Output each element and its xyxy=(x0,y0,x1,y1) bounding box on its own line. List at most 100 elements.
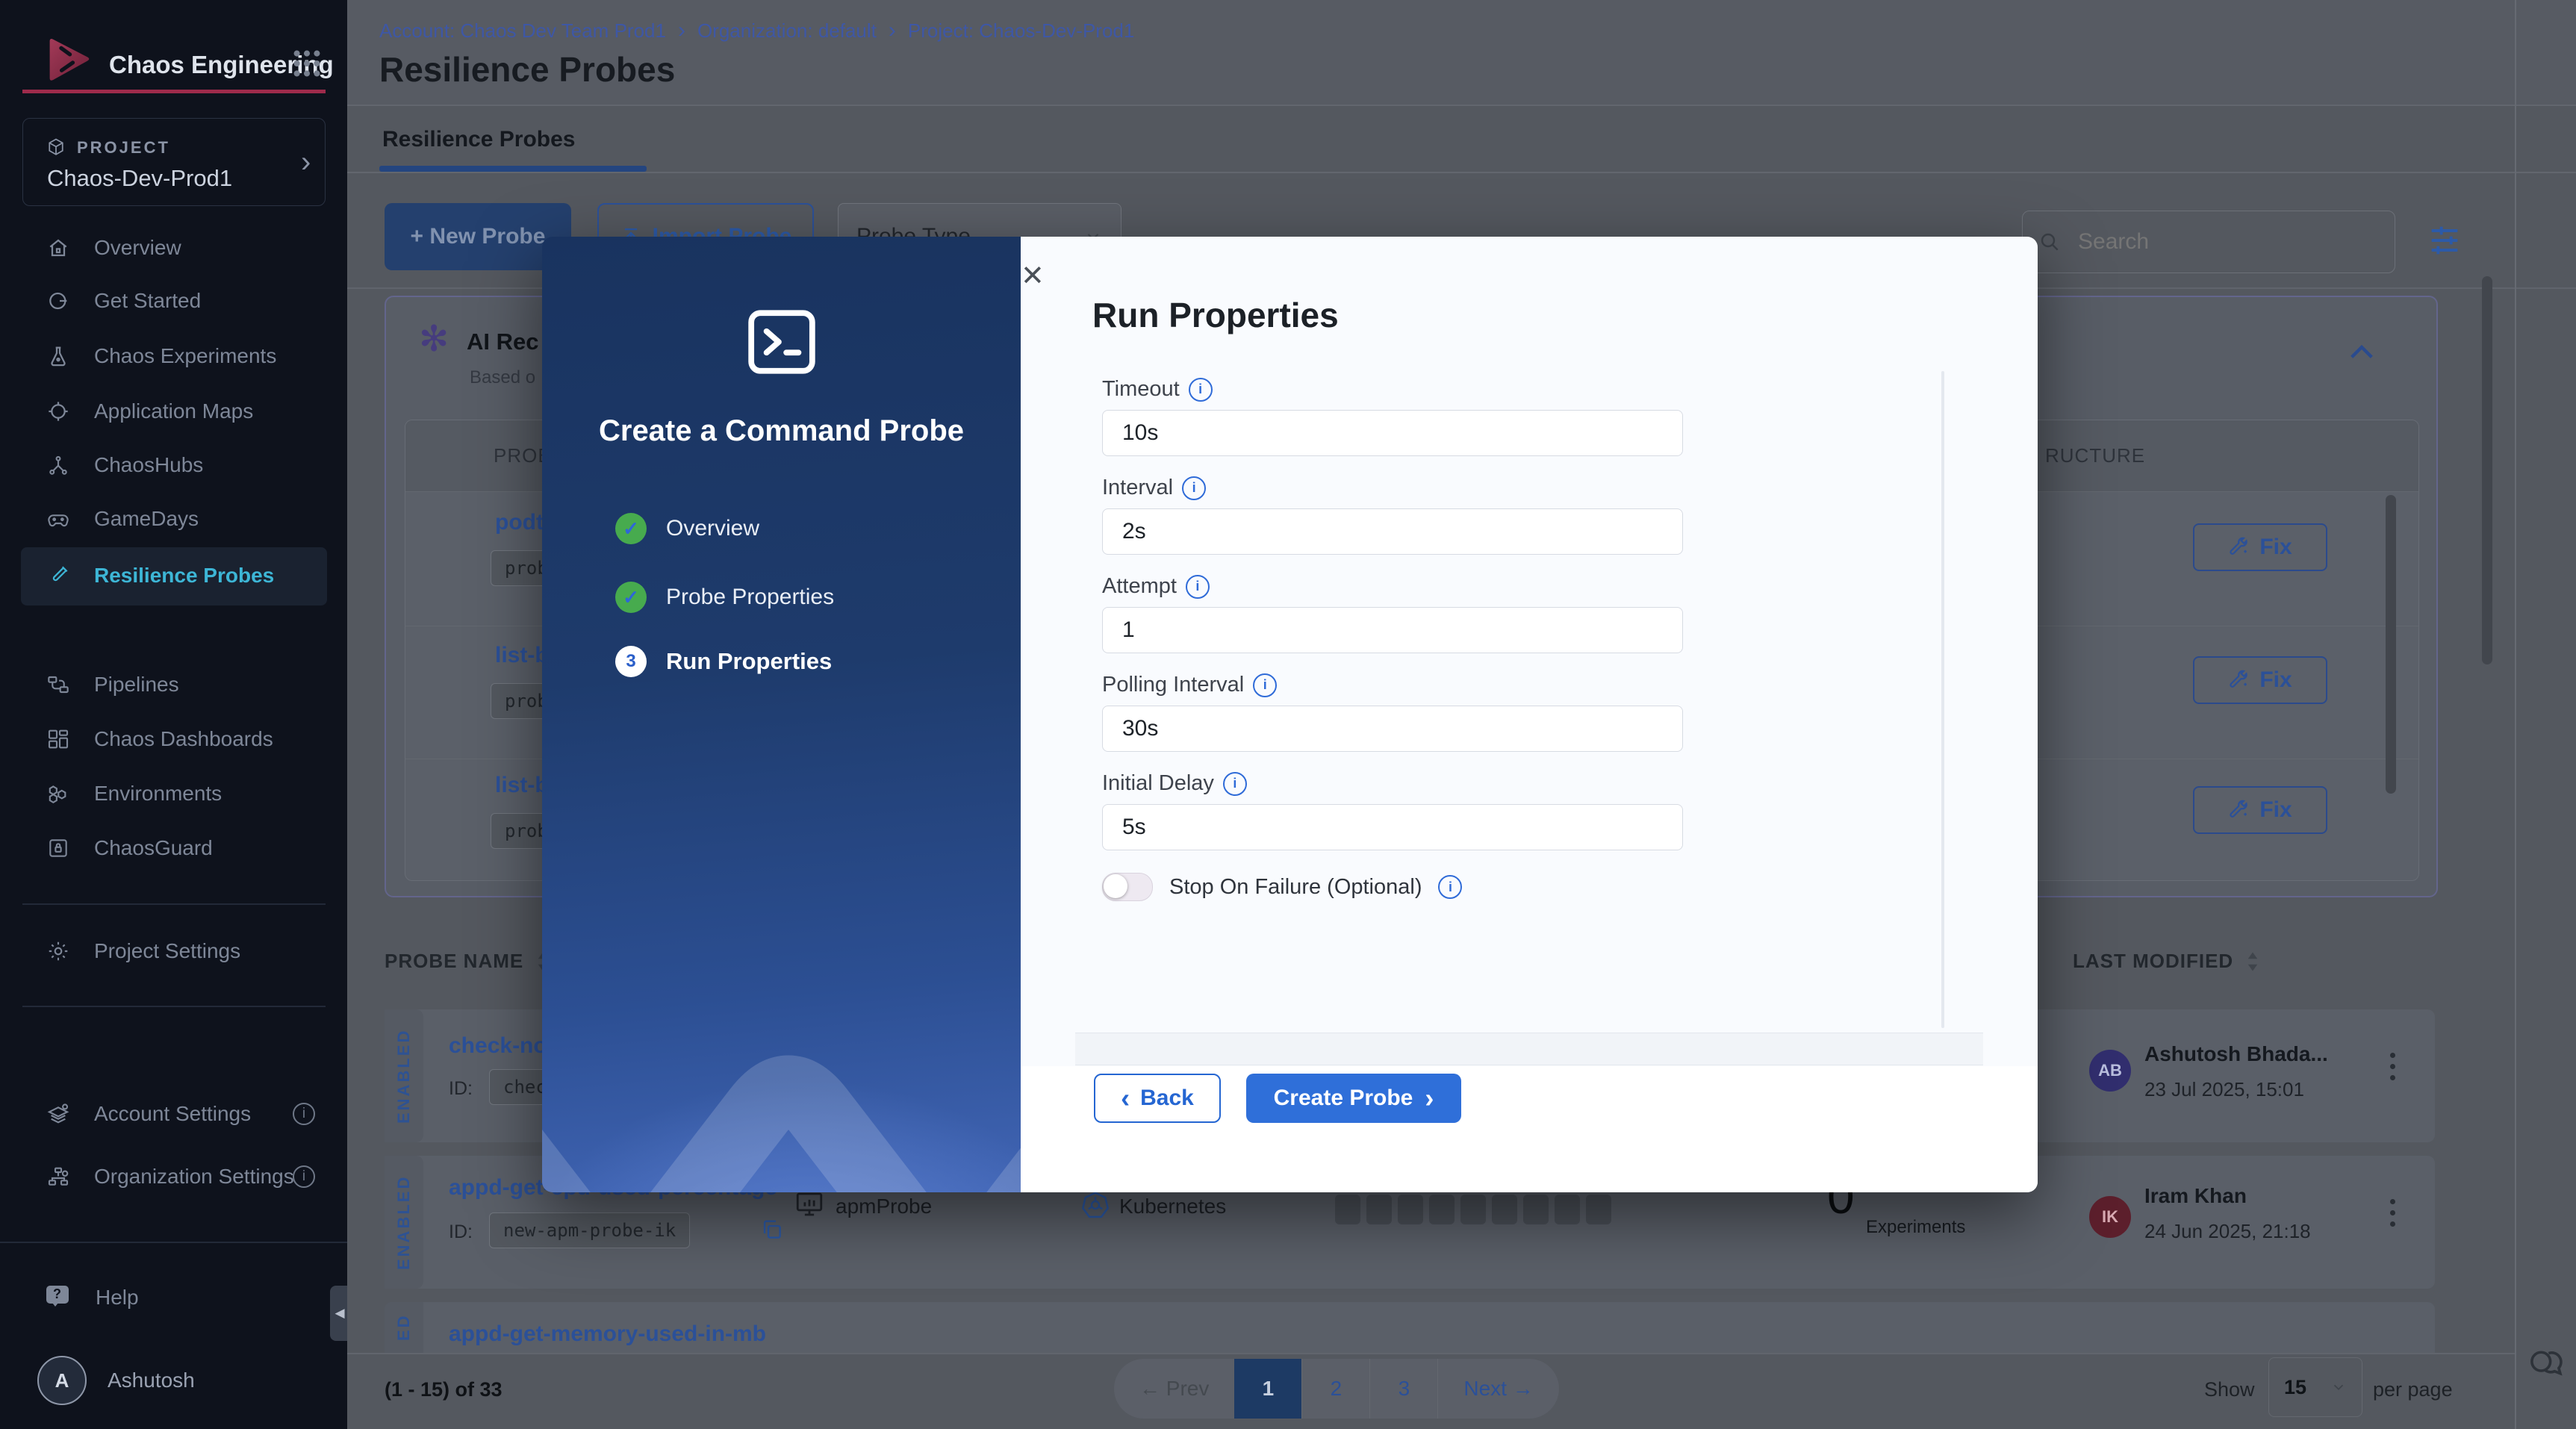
sidebar-user[interactable]: A Ashutosh xyxy=(37,1356,195,1405)
sidebar-item-application-maps[interactable]: Application Maps xyxy=(46,395,253,428)
wizard-step-probe-properties[interactable]: ✓ Probe Properties xyxy=(615,582,834,613)
initial-delay-input[interactable] xyxy=(1102,804,1683,850)
status-text: ENABLED xyxy=(394,1174,413,1270)
field-label-text: Polling Interval xyxy=(1102,673,1245,697)
sidebar-item-chaos-dashboards[interactable]: Chaos Dashboards xyxy=(46,723,273,756)
polling-interval-input[interactable] xyxy=(1102,706,1683,752)
sidebar-item-environments[interactable]: Environments xyxy=(46,777,222,810)
status-badge: ENABLED xyxy=(385,1009,423,1142)
wizard-step-overview[interactable]: ✓ Overview xyxy=(615,513,759,544)
sidebar-item-gamedays[interactable]: GameDays xyxy=(46,502,199,535)
interval-input[interactable] xyxy=(1102,508,1683,555)
stop-on-failure-toggle[interactable] xyxy=(1102,873,1153,901)
page-1-button[interactable]: 1 xyxy=(1234,1359,1302,1419)
sidebar-divider xyxy=(22,903,326,905)
page-size-select[interactable]: 15 xyxy=(2268,1357,2362,1417)
next-button[interactable]: Next → xyxy=(1437,1359,1558,1419)
table-row[interactable]: ED appd-get-memory-used-in-mb xyxy=(385,1302,2435,1353)
field-label-text: Interval xyxy=(1102,476,1174,499)
create-probe-button[interactable]: Create Probe › xyxy=(1246,1074,1461,1123)
dashboard-icon xyxy=(46,727,70,751)
form-scroll-track[interactable] xyxy=(1941,371,1944,1028)
module-grid-icon[interactable] xyxy=(290,46,324,81)
sidebar-item-chaos-experiments[interactable]: Chaos Experiments xyxy=(46,340,276,373)
fix-button[interactable]: Fix xyxy=(2193,523,2327,571)
search-box[interactable] xyxy=(2022,211,2395,273)
home-icon xyxy=(46,236,70,260)
project-selector[interactable]: PROJECT Chaos-Dev-Prod1 › xyxy=(22,118,326,206)
sidebar: Chaos Engineering PROJECT Chaos-Dev-Prod… xyxy=(0,0,349,1429)
sidebar-item-help[interactable]: ? Help xyxy=(46,1281,139,1314)
pagination-control: ← Prev 1 2 3 Next → xyxy=(1114,1359,1559,1419)
tab-resilience-probes[interactable]: Resilience Probes xyxy=(382,127,575,152)
content-scrollbar[interactable] xyxy=(2482,276,2492,664)
status-text: ENABLED xyxy=(394,1028,413,1124)
support-chat-icon[interactable] xyxy=(2526,1344,2566,1384)
breadcrumb-account[interactable]: Account: Chaos Dev Team Prod1 xyxy=(379,19,666,43)
probe-name-link[interactable]: check-nol xyxy=(449,1033,553,1059)
copy-icon[interactable] xyxy=(759,1217,785,1242)
breadcrumb-project[interactable]: Project: Chaos-Dev-Prod1 xyxy=(908,19,1134,43)
column-header-probe-name[interactable]: PROBE NAME xyxy=(385,950,550,973)
sidebar-item-project-settings[interactable]: Project Settings xyxy=(46,935,240,968)
avatar: AB xyxy=(2089,1050,2131,1092)
info-icon[interactable]: i xyxy=(1253,673,1278,697)
kebab-menu-icon[interactable] xyxy=(2390,1199,2395,1227)
chevron-down-icon xyxy=(2330,1379,2347,1395)
sidebar-item-pipelines[interactable]: Pipelines xyxy=(46,668,179,701)
id-label: ID: xyxy=(449,1221,473,1242)
chevron-up-icon[interactable] xyxy=(2347,340,2377,361)
search-input[interactable] xyxy=(2076,228,2363,255)
back-button[interactable]: ‹ Back xyxy=(1094,1074,1221,1123)
terminal-icon xyxy=(745,308,818,376)
column-header-last-modified[interactable]: LAST MODIFIED xyxy=(2073,950,2260,973)
page-size-value: 15 xyxy=(2284,1375,2307,1398)
scroll-bottom-strip xyxy=(1075,1033,1983,1065)
inner-scrollbar[interactable] xyxy=(2386,495,2396,794)
sidebar-item-label: Get Started xyxy=(94,289,202,312)
sidebar-item-overview[interactable]: Overview xyxy=(46,231,181,264)
breadcrumb-org[interactable]: Organization: default xyxy=(697,19,877,43)
kebab-menu-icon[interactable] xyxy=(2390,1053,2395,1080)
sidebar-divider xyxy=(22,1006,326,1007)
info-icon[interactable]: i xyxy=(1185,574,1210,599)
filter-icon[interactable] xyxy=(2425,217,2464,264)
create-label: Create Probe xyxy=(1273,1086,1413,1110)
prev-button[interactable]: ← Prev xyxy=(1114,1377,1234,1401)
page-3-button[interactable]: 3 xyxy=(1369,1359,1437,1419)
probe-name-link[interactable]: appd-get-memory-used-in-mb xyxy=(449,1321,766,1347)
cube-icon xyxy=(46,137,66,158)
fix-button[interactable]: Fix xyxy=(2193,656,2327,704)
divider xyxy=(347,105,2576,106)
sidebar-item-account-settings[interactable]: Account Settings xyxy=(46,1098,251,1130)
wizard-step-run-properties[interactable]: 3 Run Properties xyxy=(615,646,832,677)
modified-by: Ashutosh Bhada... xyxy=(2144,1042,2328,1065)
info-icon[interactable]: i xyxy=(293,1165,315,1188)
chevron-right-icon: › xyxy=(1425,1083,1434,1113)
create-probe-modal: Create a Command Probe ✓ Overview ✓ Prob… xyxy=(542,237,2038,1192)
close-icon[interactable]: ✕ xyxy=(1021,262,2038,290)
timeout-input[interactable] xyxy=(1102,410,1683,456)
interval-label: Interval i xyxy=(1102,476,1207,500)
breadcrumb-separator: › xyxy=(677,18,685,43)
sidebar-item-chaosguard[interactable]: ChaosGuard xyxy=(46,832,213,865)
modal-form-panel: ✕ Run Properties Timeout i Interval i At… xyxy=(1021,237,2038,1192)
breadcrumb: Account: Chaos Dev Team Prod1 › Organiza… xyxy=(379,18,1134,43)
info-icon[interactable]: i xyxy=(1188,377,1213,402)
sidebar-item-organization-settings[interactable]: Organization Settings xyxy=(46,1160,294,1193)
sidebar-item-chaoshubs[interactable]: ChaosHubs xyxy=(46,449,203,482)
info-icon[interactable]: i xyxy=(1182,476,1207,500)
info-icon[interactable]: i xyxy=(1438,875,1463,899)
tab-label: Resilience Probes xyxy=(382,127,576,152)
info-icon[interactable]: i xyxy=(1222,771,1247,796)
attempt-label: Attempt i xyxy=(1102,574,1210,599)
attempt-input[interactable] xyxy=(1102,607,1683,653)
page-2-button[interactable]: 2 xyxy=(1301,1359,1369,1419)
sidebar-item-label: Resilience Probes xyxy=(94,564,275,587)
fix-button[interactable]: Fix xyxy=(2193,786,2327,834)
toggle-knob xyxy=(1104,874,1127,898)
info-icon[interactable]: i xyxy=(293,1103,315,1125)
sidebar-item-resilience-probes[interactable]: Resilience Probes xyxy=(46,559,274,592)
sidebar-item-get-started[interactable]: Get Started xyxy=(46,284,201,317)
sidebar-item-label: ChaosHubs xyxy=(94,453,204,476)
